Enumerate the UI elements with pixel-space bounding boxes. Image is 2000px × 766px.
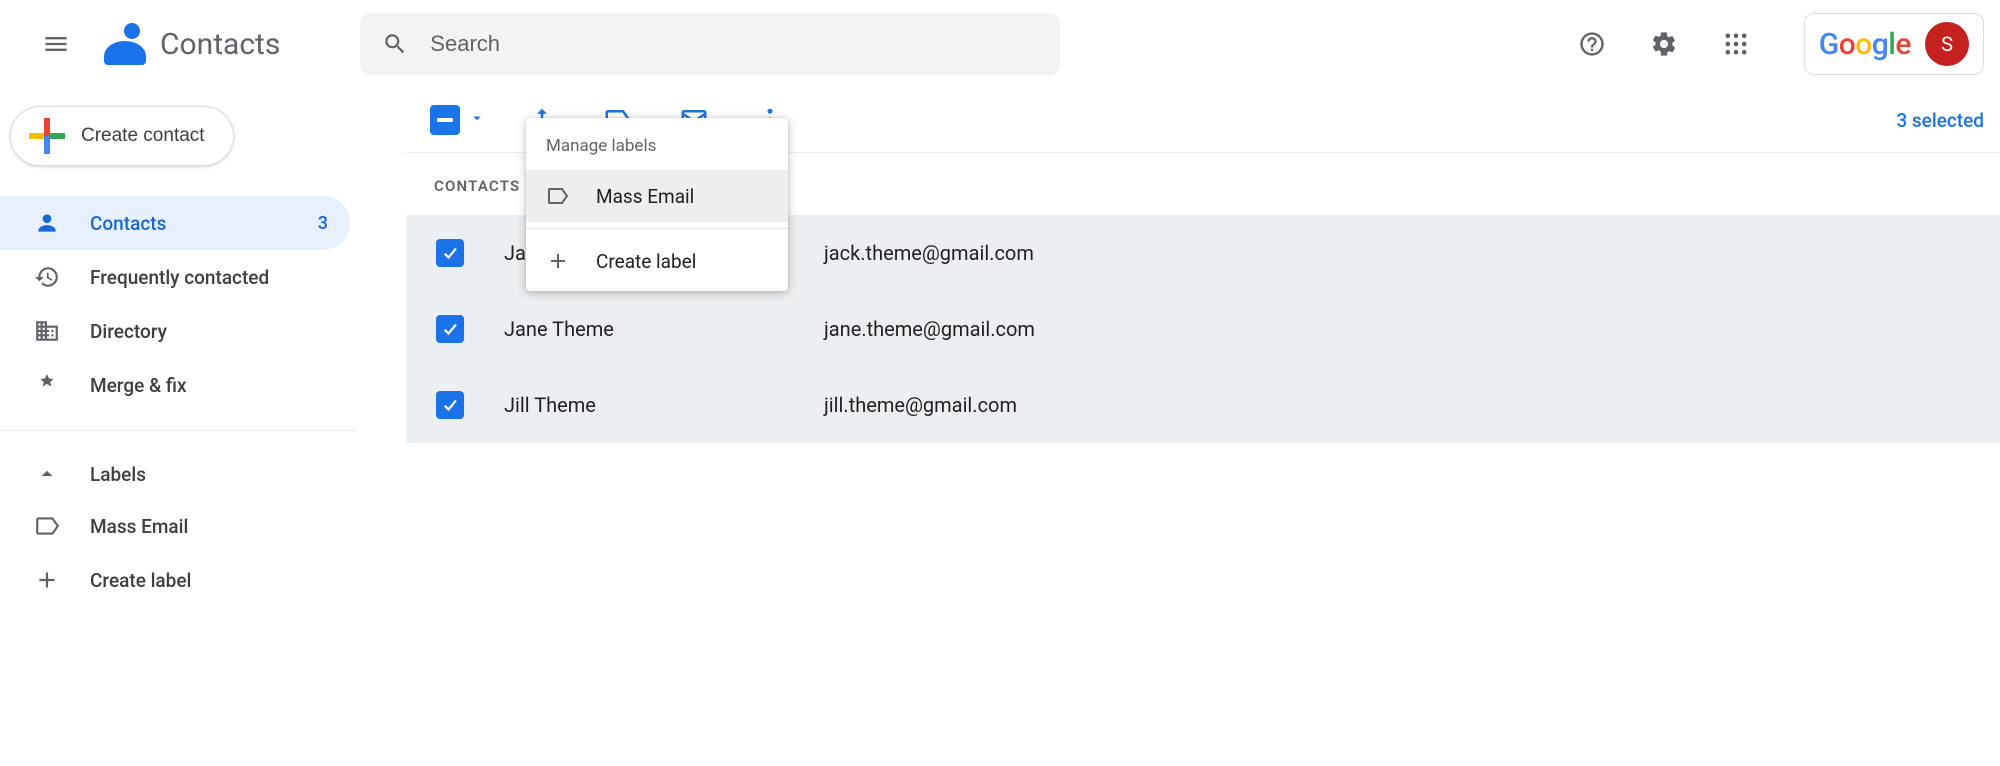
divider <box>526 228 788 229</box>
search-bar[interactable] <box>360 13 1060 75</box>
row-checkbox[interactable] <box>436 315 464 343</box>
menu-item-label: Mass Email <box>596 185 694 208</box>
account-block[interactable]: Google S <box>1804 13 1984 75</box>
menu-item-mass-email[interactable]: Mass Email <box>526 170 788 222</box>
check-icon <box>441 320 459 338</box>
divider <box>0 430 356 431</box>
nav-item-merge-fix[interactable]: Merge & fix <box>0 358 350 412</box>
manage-labels-menu: Manage labels Mass Email Create label <box>526 118 788 291</box>
contact-email: jill.theme@gmail.com <box>824 393 1017 417</box>
app-title: Contacts <box>160 27 280 62</box>
history-icon <box>34 264 60 290</box>
contact-email: jane.theme@gmail.com <box>824 317 1035 341</box>
label-icon <box>546 184 570 208</box>
menu-item-create-label[interactable]: Create label <box>526 235 788 287</box>
search-icon <box>382 30 408 58</box>
contacts-logo-icon <box>102 21 148 67</box>
row-checkbox[interactable] <box>436 391 464 419</box>
menu-title: Manage labels <box>526 136 788 170</box>
indeterminate-checkbox-icon <box>430 105 460 135</box>
apps-grid-icon <box>1722 30 1750 58</box>
nav-label: Frequently contacted <box>90 266 328 289</box>
chevron-up-icon <box>34 461 60 487</box>
gear-icon <box>1650 30 1678 58</box>
label-icon <box>34 513 60 539</box>
nav-label: Create label <box>90 569 328 592</box>
select-caret[interactable] <box>468 109 486 132</box>
contact-name: Jill Theme <box>504 393 784 417</box>
contact-row[interactable]: Jane Theme jane.theme@gmail.com <box>406 291 2000 367</box>
check-icon <box>441 396 459 414</box>
help-icon <box>1578 30 1606 58</box>
nav-item-directory[interactable]: Directory <box>0 304 350 358</box>
header-right: Google S <box>1568 13 1984 75</box>
nav-count: 3 <box>318 213 328 234</box>
labels-header-text: Labels <box>90 463 146 486</box>
labels-section-toggle[interactable]: Labels <box>0 449 356 499</box>
contact-name: Jane Theme <box>504 317 784 341</box>
search-input[interactable] <box>430 31 1038 57</box>
header: Contacts Google S <box>0 0 2000 88</box>
check-icon <box>441 244 459 262</box>
create-contact-label: Create contact <box>81 125 205 147</box>
nav-item-frequently-contacted[interactable]: Frequently contacted <box>0 250 350 304</box>
google-apps-button[interactable] <box>1712 20 1760 68</box>
select-all-toggle[interactable] <box>430 105 486 135</box>
account-avatar[interactable]: S <box>1925 22 1969 66</box>
contact-row[interactable]: Jill Theme jill.theme@gmail.com <box>406 367 2000 443</box>
create-contact-button[interactable]: Create contact <box>10 106 234 166</box>
label-item-mass-email[interactable]: Mass Email <box>0 499 350 553</box>
nav-list: Contacts 3 Frequently contacted Director… <box>0 196 356 412</box>
selected-count-text: 3 selected <box>1896 109 1984 132</box>
nav-label: Merge & fix <box>90 374 328 397</box>
nav-item-contacts[interactable]: Contacts 3 <box>0 196 350 250</box>
merge-fix-icon <box>34 372 60 398</box>
hamburger-icon <box>42 30 70 58</box>
sidebar: Create contact Contacts 3 Frequently con… <box>0 88 356 607</box>
plus-icon <box>34 567 60 593</box>
contact-email: jack.theme@gmail.com <box>824 241 1034 265</box>
settings-button[interactable] <box>1640 20 1688 68</box>
person-outline-icon <box>34 210 60 236</box>
main-menu-button[interactable] <box>32 20 80 68</box>
app-logo[interactable]: Contacts <box>102 21 280 67</box>
main: 3 selected CONTACTS (3) Jack Theme jack.… <box>356 88 2000 607</box>
create-label-item[interactable]: Create label <box>0 553 350 607</box>
plus-icon <box>546 249 570 273</box>
help-button[interactable] <box>1568 20 1616 68</box>
nav-label: Directory <box>90 320 328 343</box>
domain-icon <box>34 318 60 344</box>
nav-label: Contacts <box>90 212 288 235</box>
plus-multicolor-icon <box>29 118 65 154</box>
nav-label: Mass Email <box>90 515 328 538</box>
menu-item-label: Create label <box>596 250 696 273</box>
body: Create contact Contacts 3 Frequently con… <box>0 88 2000 607</box>
row-checkbox[interactable] <box>436 239 464 267</box>
caret-down-icon <box>468 109 486 127</box>
google-logo: Google <box>1819 27 1911 62</box>
